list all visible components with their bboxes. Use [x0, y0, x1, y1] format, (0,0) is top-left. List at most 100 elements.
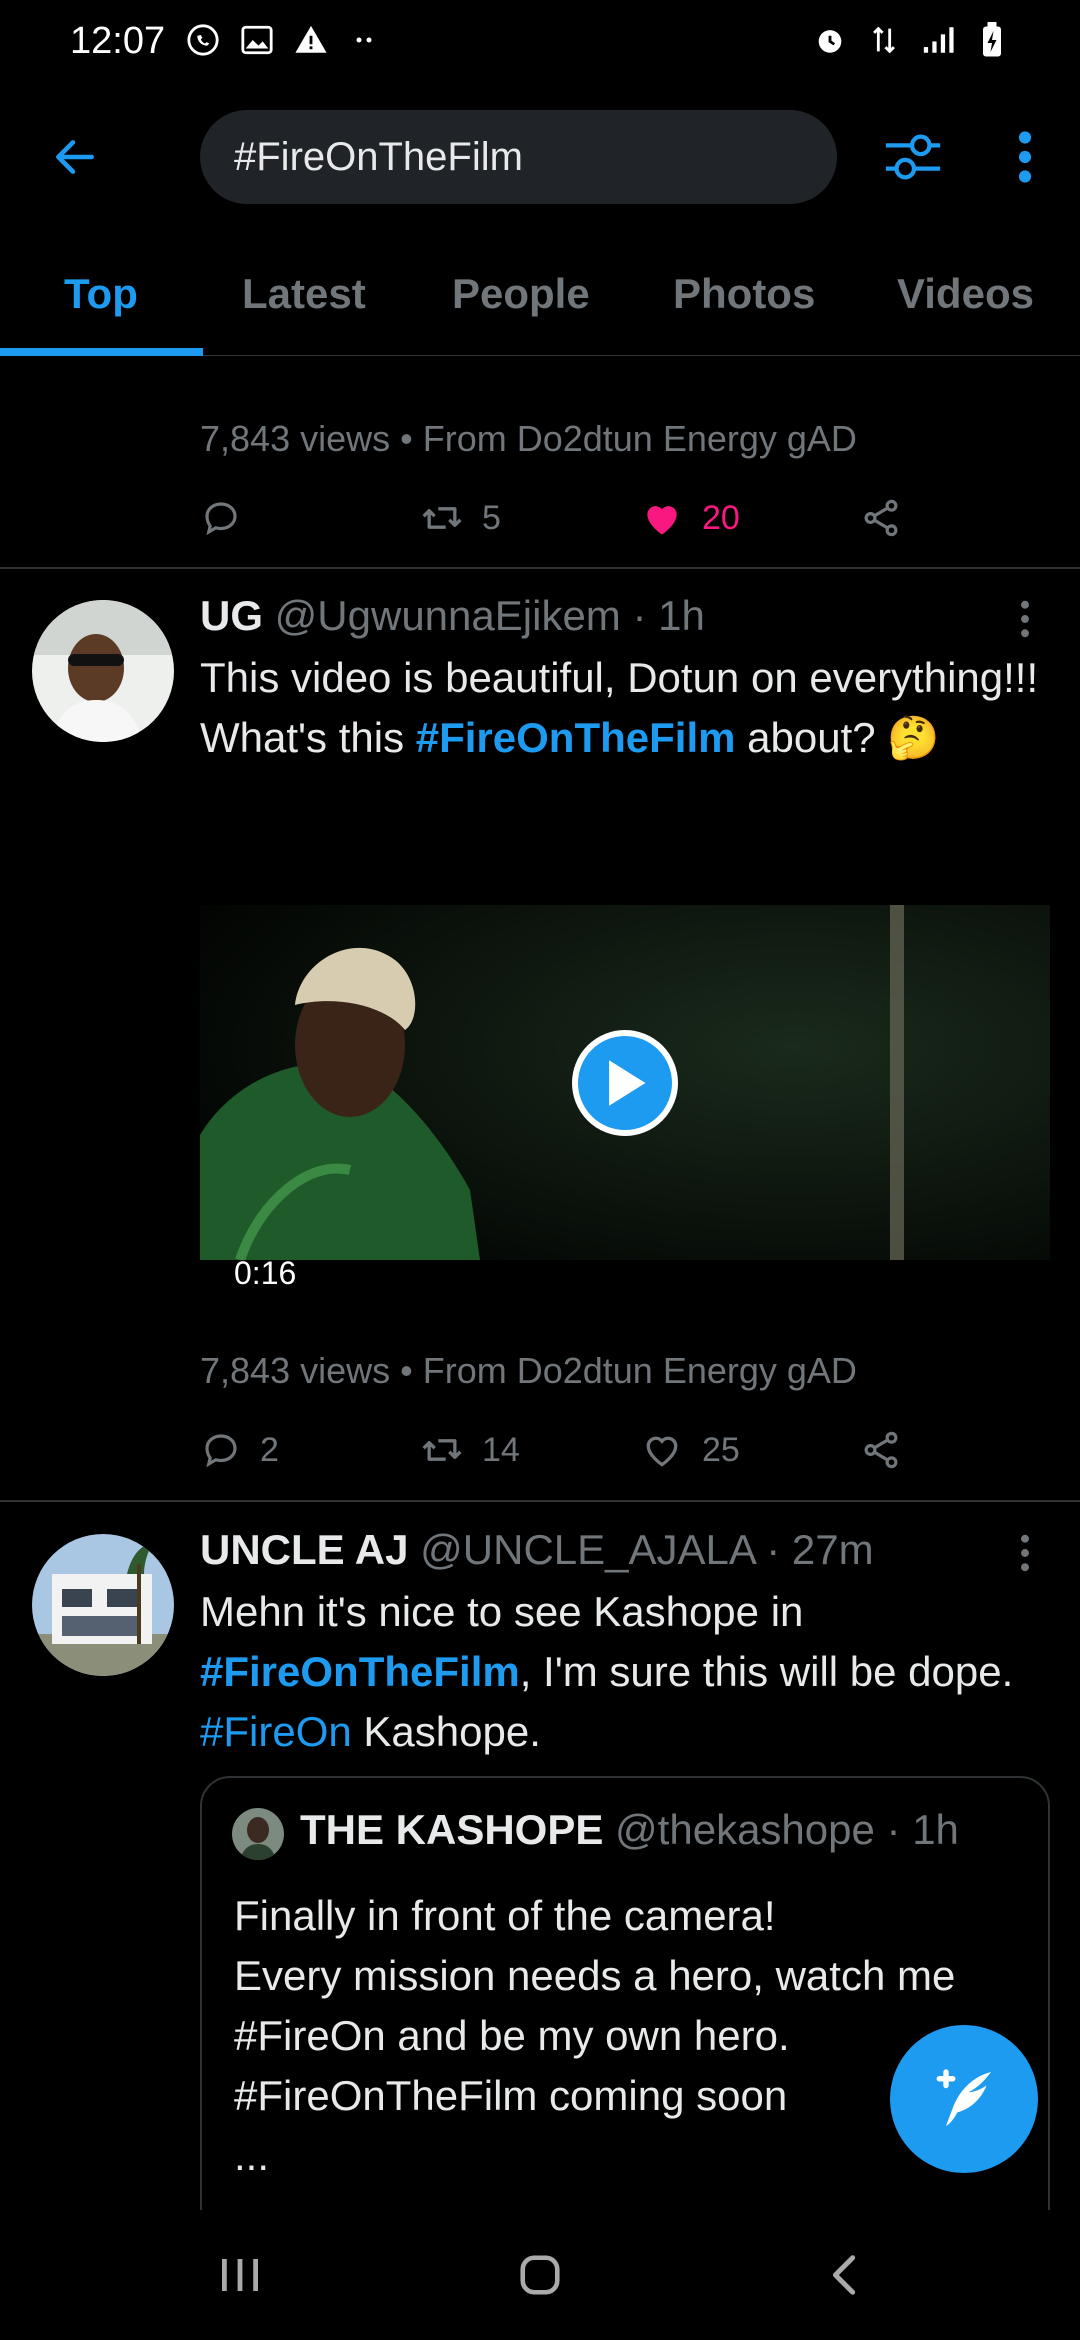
battery-icon	[974, 22, 1010, 58]
tweet-header: UNCLE AJ @UNCLE_AJALA · 27m	[200, 1526, 874, 1574]
author-handle[interactable]: @UNCLE_AJALA	[420, 1526, 754, 1573]
search-filter-button[interactable]	[878, 122, 948, 192]
back-arrow-icon	[56, 140, 94, 174]
tweet-time: · 27m	[766, 1526, 874, 1573]
like-button[interactable]: 25	[640, 1420, 740, 1480]
system-navigation-bar	[0, 2210, 1080, 2340]
avatar[interactable]	[32, 1534, 174, 1676]
status-left-icons	[185, 22, 383, 58]
quoted-tweet-time: · 1h	[886, 1806, 959, 1853]
retweet-icon	[422, 1439, 462, 1461]
share-button[interactable]	[860, 488, 902, 548]
profile-photo-kashope	[232, 1808, 284, 1860]
tweet-text-part: about? 🤔	[735, 714, 940, 761]
share-icon	[864, 1431, 898, 1469]
tweet-text-part: Kashope.	[351, 1708, 541, 1755]
tweet-more-button[interactable]	[1010, 594, 1040, 644]
quoted-tweet-header: THE KASHOPE @thekashope · 1h	[300, 1806, 959, 1854]
tab-latest[interactable]: Latest	[242, 270, 366, 318]
divider	[0, 567, 1080, 569]
tweet-text: This video is beautiful, Dotun on everyt…	[200, 648, 1040, 768]
recent-apps-button[interactable]	[200, 2240, 280, 2310]
tweet-text-part: Mehn it's nice to see Kashope in	[200, 1588, 804, 1635]
author-name[interactable]: UNCLE AJ	[200, 1526, 408, 1573]
search-header: #FireOnTheFilm	[0, 100, 1080, 220]
profile-photo-uncle-aj	[32, 1534, 174, 1676]
recent-apps-icon	[222, 2259, 258, 2291]
quoted-author-name: THE KASHOPE	[300, 1806, 604, 1853]
reply-count: 2	[260, 1430, 279, 1469]
tab-videos[interactable]: Videos	[897, 270, 1034, 318]
home-button[interactable]	[500, 2240, 580, 2310]
tab-photos[interactable]: Photos	[673, 270, 815, 318]
chevron-left-icon	[832, 2255, 856, 2295]
hashtag-link[interactable]: #FireOnTheFilm	[200, 1648, 520, 1695]
search-tabs: Top Latest People Photos Videos	[0, 248, 1080, 356]
avatar	[232, 1808, 284, 1860]
profile-photo-ug	[32, 600, 174, 742]
warning-icon	[293, 22, 329, 58]
screen: 12:07 #FireOnTheFilm Top Latest People P…	[0, 0, 1080, 2340]
author-name[interactable]: UG	[200, 592, 263, 639]
heart-icon	[646, 1436, 678, 1467]
tweet-text: Mehn it's nice to see Kashope in #FireOn…	[200, 1582, 1040, 1762]
vertical-dots-icon	[1018, 131, 1032, 183]
active-tab-indicator	[0, 348, 203, 356]
tab-people[interactable]: People	[452, 270, 590, 318]
overflow-menu-button[interactable]	[1000, 122, 1050, 192]
status-time: 12:07	[70, 20, 166, 62]
status-bar: 12:07	[0, 0, 1080, 90]
signal-icon	[920, 22, 956, 58]
play-icon	[609, 1060, 646, 1106]
reply-button[interactable]	[200, 488, 242, 548]
retweet-count: 14	[482, 1430, 520, 1469]
tweet-more-button[interactable]	[1010, 1528, 1040, 1578]
tab-top[interactable]: Top	[64, 270, 138, 318]
quoted-line: Finally in front of the camera!	[234, 1892, 776, 1939]
tweet-actions: 2 14 25	[200, 1420, 960, 1480]
author-handle[interactable]: @UgwunnaEjikem	[275, 592, 621, 639]
reply-icon	[205, 502, 237, 536]
share-icon	[864, 499, 898, 537]
prev-tweet-views: 7,843 views • From Do2dtun Energy gAD	[200, 418, 857, 459]
tweet-time: · 1h	[632, 592, 705, 639]
sliders-icon	[885, 134, 941, 180]
search-input[interactable]: #FireOnTheFilm	[200, 110, 837, 204]
gallery-icon	[239, 22, 275, 58]
quoted-author-handle: @thekashope	[615, 1806, 875, 1853]
heart-filled-icon	[647, 506, 677, 535]
alarm-icon	[812, 22, 848, 58]
home-icon	[520, 2255, 560, 2295]
reply-icon	[205, 1434, 237, 1468]
quoted-line: Every mission needs a hero, watch me	[234, 1952, 956, 1999]
whatsapp-icon	[185, 22, 221, 58]
tweet-text-part: , I'm sure this will be dope.	[519, 1648, 1014, 1695]
hashtag-link[interactable]: #FireOnTheFilm	[416, 714, 736, 761]
like-button[interactable]: 20	[640, 488, 740, 548]
compose-feather-icon	[936, 2069, 991, 2126]
hashtag-link[interactable]: #FireOn	[200, 1708, 352, 1755]
share-button[interactable]	[860, 1420, 902, 1480]
divider	[0, 1500, 1080, 1502]
status-right-icons	[812, 22, 1010, 58]
data-transfer-icon	[866, 22, 902, 58]
tweet-header: UG @UgwunnaEjikem · 1h	[200, 592, 705, 640]
back-button[interactable]	[40, 122, 110, 192]
play-button[interactable]	[572, 1030, 678, 1136]
vertical-dots-icon	[1021, 600, 1029, 638]
tweet-views: 7,843 views • From Do2dtun Energy gAD	[200, 1350, 857, 1391]
vertical-dots-icon	[1021, 1534, 1029, 1572]
video-player[interactable]	[200, 905, 1050, 1260]
retweet-icon	[422, 507, 462, 529]
like-count: 20	[702, 498, 740, 537]
retweet-button[interactable]: 14	[420, 1420, 520, 1480]
like-count: 25	[702, 1430, 740, 1469]
compose-tweet-button[interactable]	[890, 2025, 1038, 2173]
retweet-button[interactable]: 5	[420, 488, 501, 548]
video-duration: 0:16	[234, 1255, 297, 1291]
system-back-button[interactable]	[805, 2240, 885, 2310]
more-notifications-icon	[347, 22, 383, 58]
avatar[interactable]	[32, 600, 174, 742]
retweet-count: 5	[482, 498, 501, 537]
reply-button[interactable]: 2	[200, 1420, 279, 1480]
